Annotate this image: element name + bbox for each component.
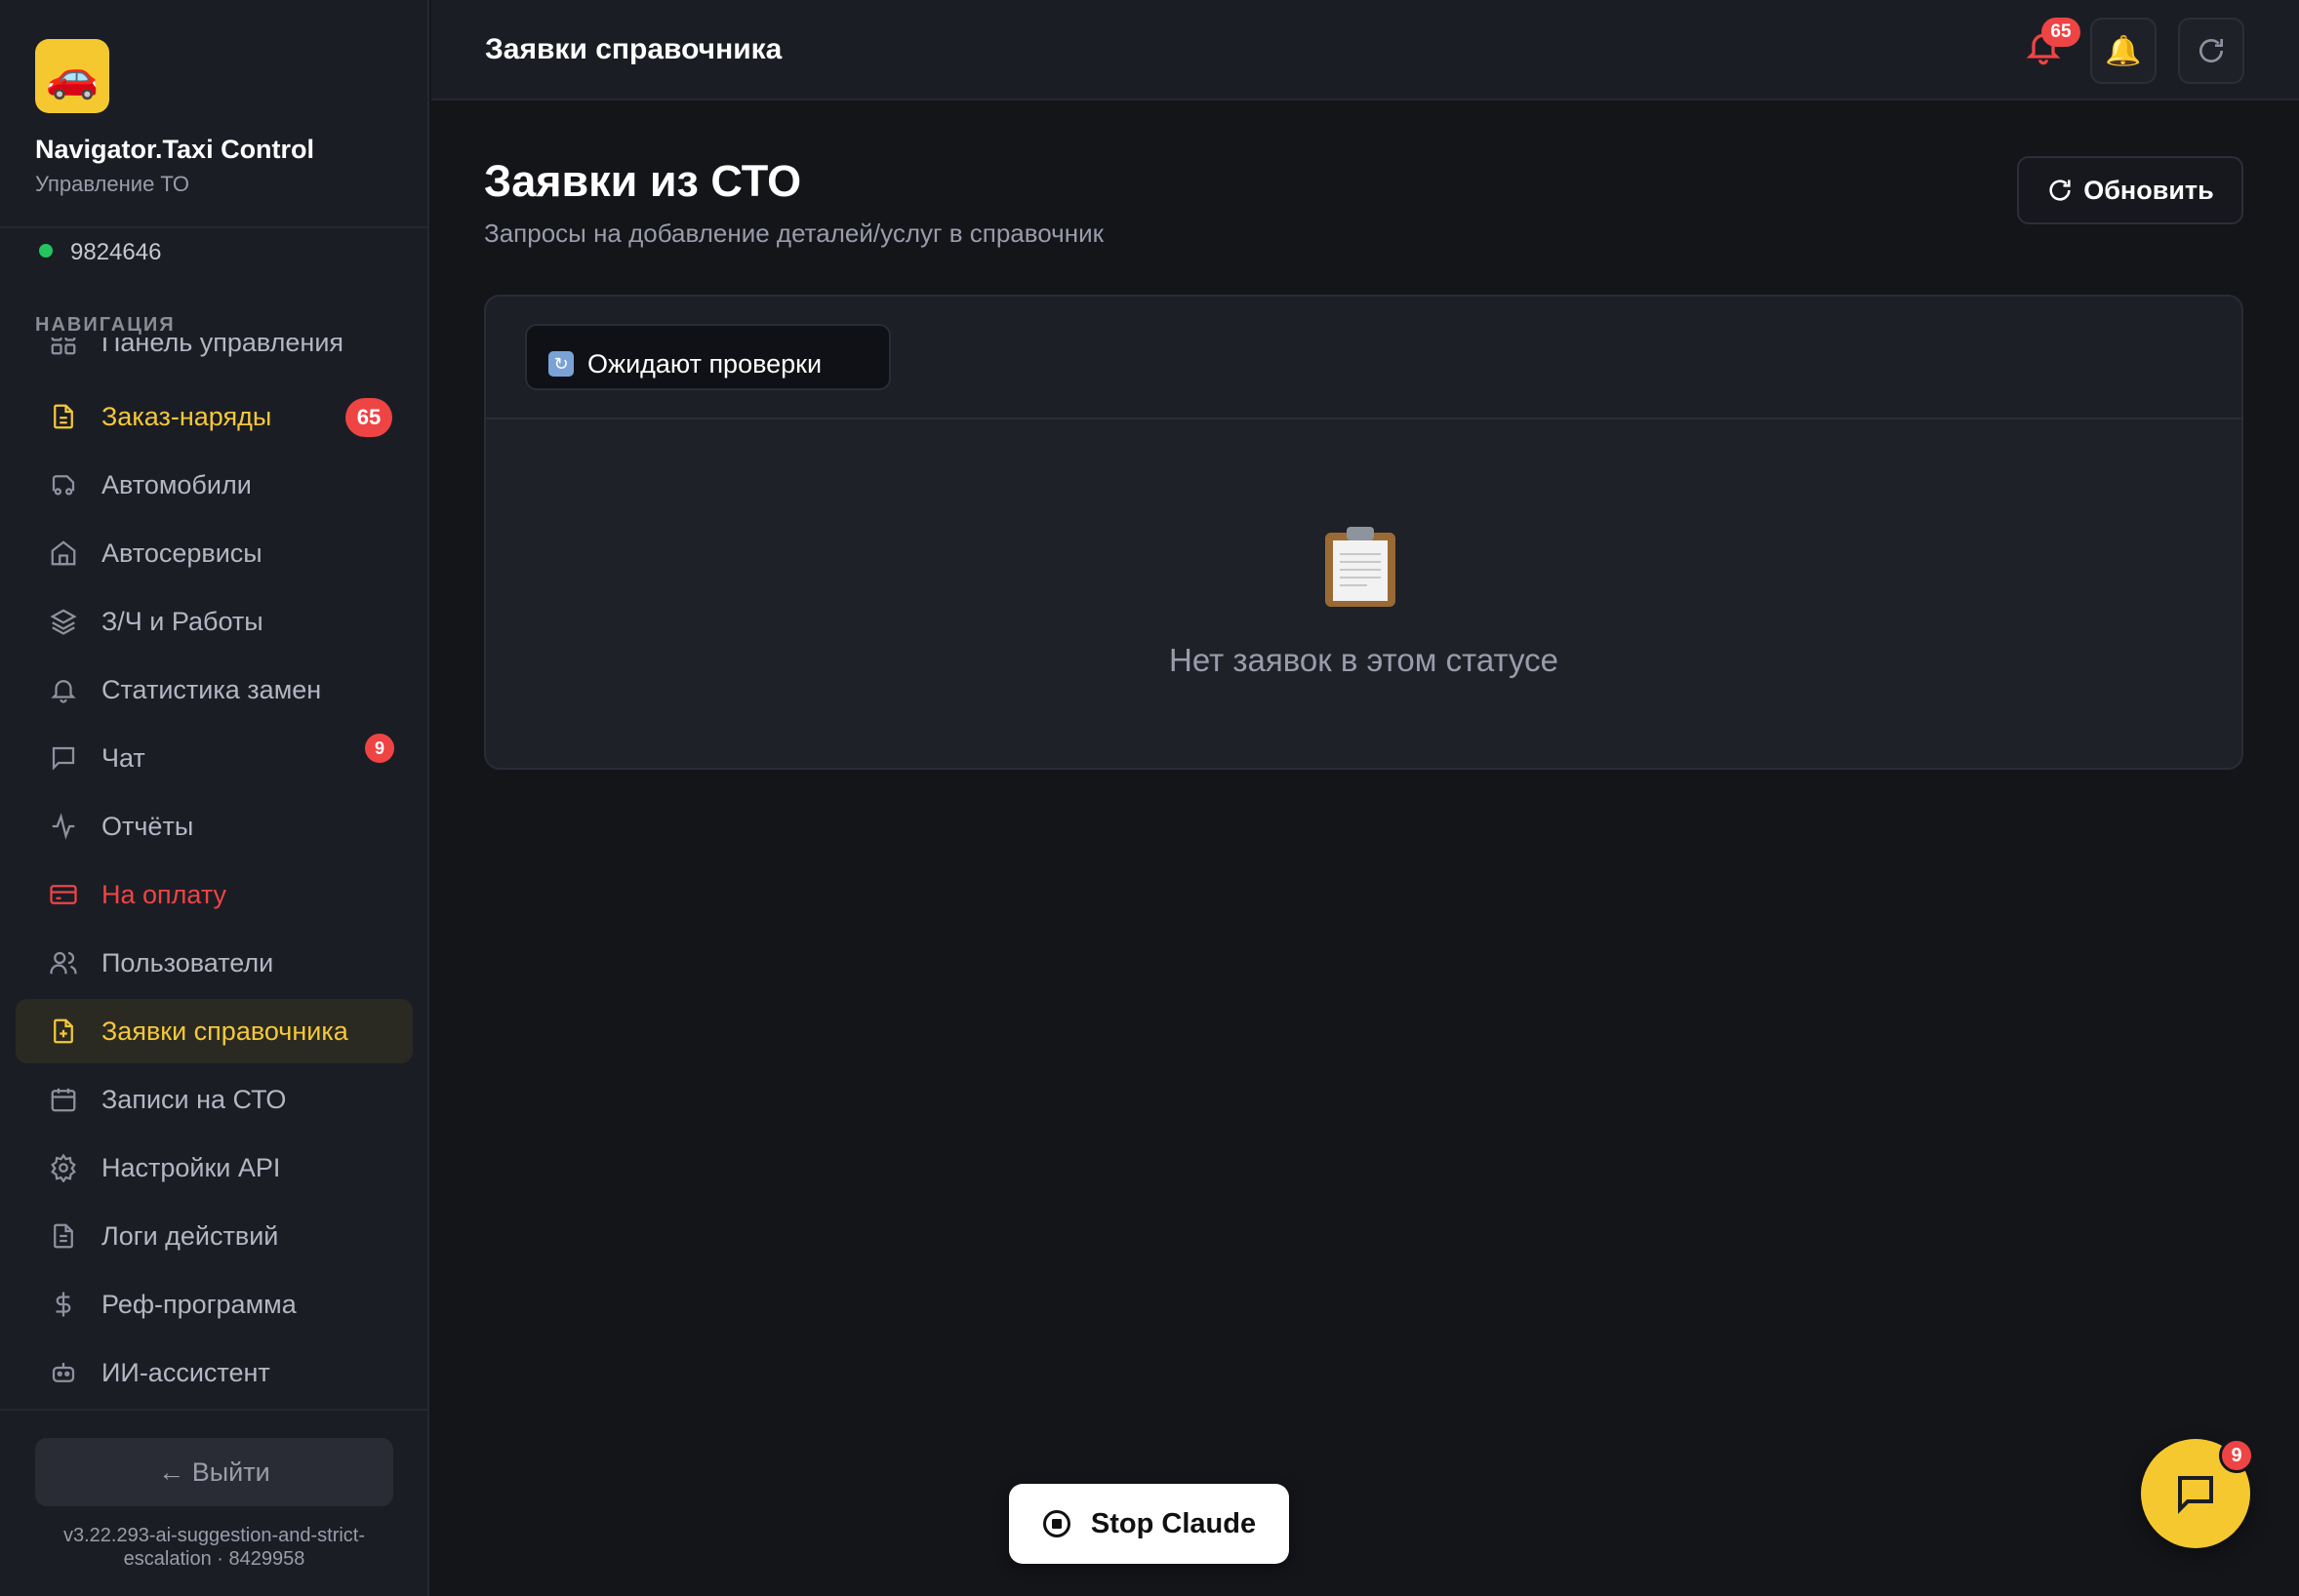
count-badge: 65 <box>345 398 392 437</box>
sidebar-item-label: Автомобили <box>101 469 252 499</box>
chat-icon <box>52 746 75 771</box>
sidebar-item-label: Заказ-наряды <box>101 401 272 431</box>
users-icon <box>50 951 77 975</box>
sidebar-item-appointments[interactable]: Записи на СТО <box>16 1067 413 1132</box>
sidebar-item-label: Реф-программа <box>101 1289 297 1319</box>
logout-button[interactable]: ← Выйти <box>35 1438 393 1506</box>
brand-name: Navigator.Taxi Control <box>35 135 315 164</box>
status-filter-value: Ожидают проверки <box>587 349 823 379</box>
file-text-icon <box>54 1223 73 1249</box>
file-plus-icon <box>54 1018 73 1044</box>
brand-subtitle: Управление ТО <box>35 172 189 196</box>
refresh-icon <box>2199 39 2223 62</box>
sidebar-item-orders[interactable]: Заказ-наряды 65 <box>16 384 413 449</box>
sidebar-item-chat[interactable]: Чат 9 <box>16 726 413 790</box>
bell-icon: 🔔 <box>2105 34 2142 67</box>
sidebar-item-label: ИИ-ассистент <box>101 1357 270 1387</box>
sidebar-item-label: Отчёты <box>101 811 194 841</box>
sidebar-item-label: Пользователи <box>101 947 274 978</box>
sidebar-item-ai-assistant[interactable]: ИИ-ассистент <box>16 1340 413 1405</box>
dashboard-icon <box>51 338 76 355</box>
reload-button[interactable] <box>2178 18 2244 84</box>
user-id: 9824646 <box>70 239 162 265</box>
divider <box>0 226 429 228</box>
calendar-icon <box>51 1088 76 1112</box>
sidebar-item-label: Записи на СТО <box>101 1084 287 1114</box>
car-icon <box>52 475 75 496</box>
garage-icon <box>51 540 76 566</box>
stop-icon <box>1042 1510 1070 1537</box>
bell-icon <box>51 680 76 703</box>
sidebar-item-stats[interactable]: Статистика замен <box>16 658 413 722</box>
sidebar-item-logs[interactable]: Логи действий <box>16 1204 413 1268</box>
sidebar-item-parts[interactable]: З/Ч и Работы <box>16 589 413 654</box>
sound-bell-button[interactable]: 🔔 <box>2090 18 2157 84</box>
sidebar-item-reports[interactable]: Отчёты <box>16 794 413 858</box>
sidebar-item-label: Заявки справочника <box>101 1016 348 1046</box>
dollar-icon <box>56 1292 71 1317</box>
page-subtitle: Запросы на добавление деталей/услуг в сп… <box>484 219 1104 248</box>
sidebar-item-label: Автосервисы <box>101 538 262 568</box>
sidebar-item-services[interactable]: Автосервисы <box>16 521 413 585</box>
nav-heading: НАВИГАЦИЯ <box>35 314 176 336</box>
status-filter-select[interactable]: ↻ Ожидают проверки <box>525 324 891 390</box>
topbar-title: Заявки справочника <box>485 33 783 65</box>
notification-count-badge: 65 <box>2041 18 2080 47</box>
sidebar-item-label: Логи действий <box>101 1220 279 1251</box>
app-root: 🚗 Navigator.Taxi Control Управление ТО 9… <box>0 0 2299 1596</box>
sidebar-item-label: Панель управления <box>101 338 344 357</box>
robot-icon <box>52 1363 75 1382</box>
document-icon <box>54 404 73 429</box>
online-status-dot <box>39 244 53 258</box>
gear-icon <box>51 1153 76 1182</box>
nav-list: Панель управления Заказ-наряды 65 Автомо… <box>0 338 429 1409</box>
refresh-button-label: Обновить <box>2083 175 2214 205</box>
stop-claude-label: Stop Claude <box>1090 1507 1257 1539</box>
car-icon: 🚗 <box>35 39 109 113</box>
sidebar-item-label: Статистика замен <box>101 674 322 704</box>
refresh-button[interactable]: Обновить <box>2017 156 2243 224</box>
divider <box>0 1409 429 1411</box>
topbar: Заявки справочника 65 🔔 <box>431 0 2299 100</box>
count-badge: 9 <box>365 734 394 763</box>
version-text: v3.22.293-ai-suggestion-and-strict-escal… <box>62 1525 366 1570</box>
sidebar-item-label: З/Ч и Работы <box>101 606 263 636</box>
stop-claude-button[interactable]: Stop Claude <box>1009 1484 1289 1564</box>
sidebar-item-catalog-requests[interactable]: Заявки справочника <box>16 999 413 1063</box>
sidebar-item-cars[interactable]: Автомобили <box>16 453 413 517</box>
chat-icon <box>2178 1476 2213 1514</box>
sidebar-item-api-settings[interactable]: Настройки API <box>16 1136 413 1200</box>
activity-icon <box>52 813 75 840</box>
clipboard-icon <box>1325 527 1395 607</box>
sidebar-item-label: Настройки API <box>101 1152 281 1182</box>
sidebar-item-label: Чат <box>101 742 145 773</box>
sidebar-item-dashboard[interactable]: Панель управления <box>16 338 413 375</box>
sidebar-item-payment[interactable]: На оплату <box>16 862 413 927</box>
page-title: Заявки из СТО <box>484 156 802 206</box>
requests-card: ↻ Ожидают проверки Нет заявок в этом ста… <box>484 295 2243 770</box>
refresh-icon <box>2049 180 2071 201</box>
empty-state-text: Нет заявок в этом статусе <box>1169 642 1558 678</box>
chat-count-badge: 9 <box>2219 1438 2254 1473</box>
layers-icon <box>50 609 77 635</box>
credit-card-icon <box>50 885 77 904</box>
refresh-emoji-icon: ↻ <box>548 351 574 377</box>
sidebar-item-label: На оплату <box>101 879 226 909</box>
sidebar: 🚗 Navigator.Taxi Control Управление ТО 9… <box>0 0 429 1596</box>
card-header: ↻ Ожидают проверки <box>486 297 2241 419</box>
sidebar-item-users[interactable]: Пользователи <box>16 931 413 995</box>
sidebar-item-referral[interactable]: Реф-программа <box>16 1272 413 1337</box>
